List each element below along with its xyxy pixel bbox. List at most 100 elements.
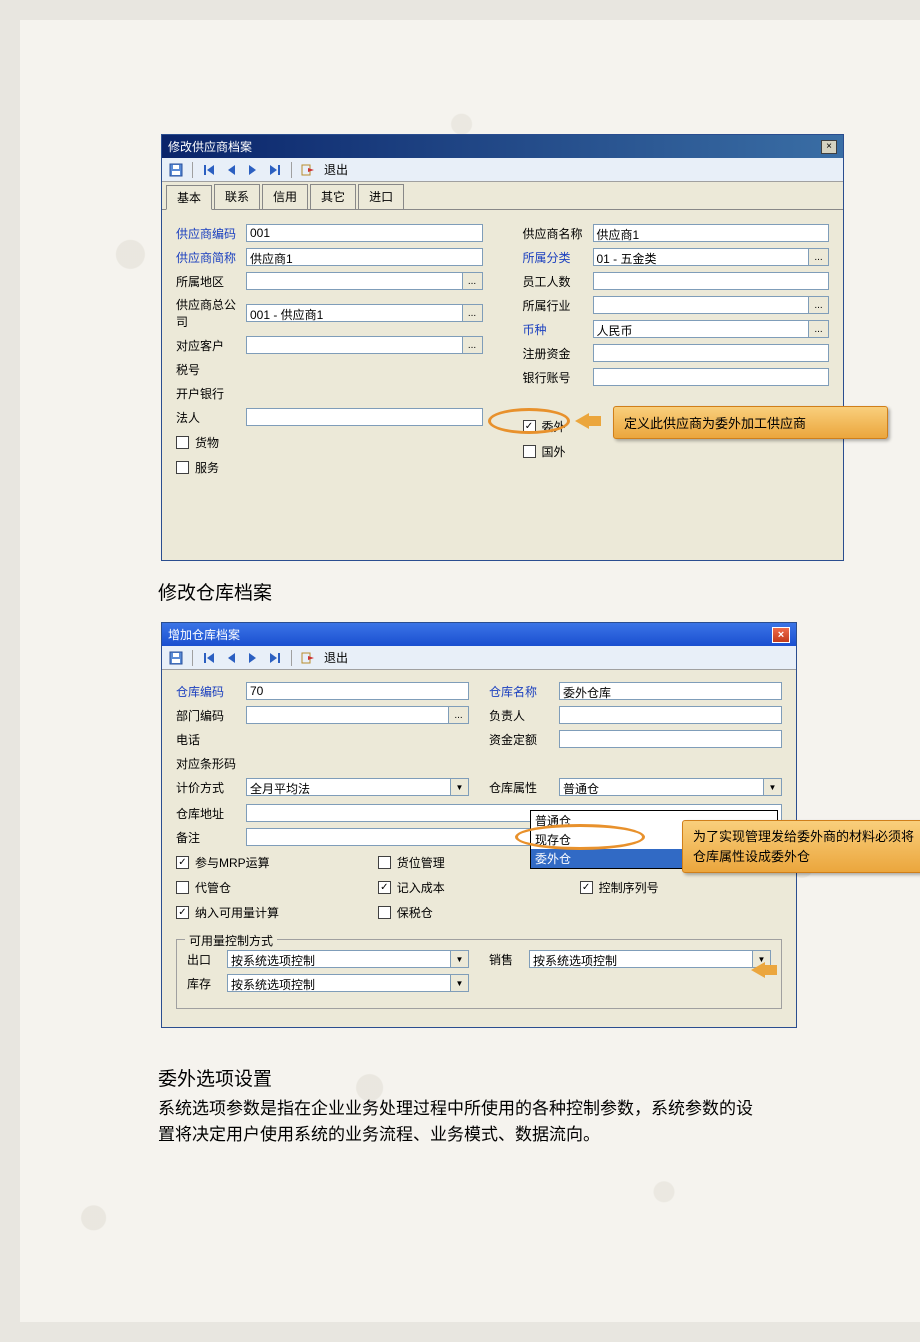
lbl-mrp: 参与MRP运算: [195, 854, 270, 871]
fld-wh-code[interactable]: 70: [246, 682, 469, 700]
exit-icon[interactable]: [300, 162, 316, 178]
lbl-tax: 税号: [176, 361, 246, 378]
lbl-wh-name: 仓库名称: [489, 683, 559, 700]
stock-dropdown-button[interactable]: ▼: [451, 974, 469, 992]
tab-basic[interactable]: 基本: [166, 185, 212, 210]
supplier-window: 修改供应商档案 × 退出 基本 联系 信用 其它 进口 供应商编码 001 供应…: [161, 134, 844, 561]
lbl-foreign: 国外: [542, 443, 566, 460]
lbl-dept: 部门编码: [176, 707, 246, 724]
paragraph-outsource-options: 系统选项参数是指在企业业务处理过程中所使用的各种控制参数，系统参数的设置将决定用…: [158, 1096, 768, 1149]
tab-credit[interactable]: 信用: [262, 184, 308, 209]
last-icon[interactable]: [267, 162, 283, 178]
cb-service[interactable]: [176, 461, 189, 474]
lbl-category: 所属分类: [523, 249, 593, 266]
fld-region[interactable]: [246, 272, 463, 290]
exit-icon[interactable]: [300, 650, 316, 666]
fld-category[interactable]: 01 - 五金类: [593, 248, 810, 266]
heading-outsource-options: 委外选项设置: [158, 1064, 272, 1091]
lbl-capital: 注册资金: [523, 345, 593, 362]
lbl-staff: 员工人数: [523, 273, 593, 290]
supplier-window-title: 修改供应商档案: [168, 138, 252, 155]
cb-agent[interactable]: [176, 881, 189, 894]
lbl-service: 服务: [195, 459, 219, 476]
fld-dept[interactable]: [246, 706, 449, 724]
fld-stock[interactable]: 按系统选项控制: [227, 974, 451, 992]
tab-contact[interactable]: 联系: [214, 184, 260, 209]
lbl-industry: 所属行业: [523, 297, 593, 314]
cb-avail[interactable]: [176, 906, 189, 919]
lbl-supplier-code: 供应商编码: [176, 225, 246, 242]
save-icon[interactable]: [168, 162, 184, 178]
prev-icon[interactable]: [223, 650, 239, 666]
lbl-avail: 纳入可用量计算: [195, 904, 279, 921]
callout1-arrow-icon: [575, 413, 589, 429]
dept-picker-button[interactable]: ...: [449, 706, 469, 724]
lbl-bankno: 银行账号: [523, 369, 593, 386]
close-button[interactable]: ×: [772, 627, 790, 643]
close-button[interactable]: ×: [821, 140, 837, 154]
fld-hq[interactable]: 001 - 供应商1: [246, 304, 463, 322]
lbl-export: 出口: [187, 951, 227, 968]
exit-label[interactable]: 退出: [324, 649, 348, 666]
region-picker-button[interactable]: ...: [463, 272, 483, 290]
fld-supplier-name[interactable]: 供应商1: [593, 224, 830, 242]
tab-other[interactable]: 其它: [310, 184, 356, 209]
cb-loc[interactable]: [378, 856, 391, 869]
export-dropdown-button[interactable]: ▼: [451, 950, 469, 968]
fld-pricing[interactable]: 全月平均法: [246, 778, 451, 796]
fld-industry[interactable]: [593, 296, 810, 314]
first-icon[interactable]: [201, 650, 217, 666]
fld-export[interactable]: 按系统选项控制: [227, 950, 451, 968]
fld-owner[interactable]: [559, 706, 782, 724]
fld-customer[interactable]: [246, 336, 463, 354]
heading-modify-warehouse: 修改仓库档案: [158, 578, 272, 605]
fld-capital[interactable]: [593, 344, 830, 362]
fieldset-availability-control: 可用量控制方式 出口按系统选项控制▼ 库存按系统选项控制▼ 销售按系统选项控制▼: [176, 939, 782, 1009]
lbl-pricing: 计价方式: [176, 779, 246, 796]
fld-attr[interactable]: 普通仓: [559, 778, 764, 796]
pricing-dropdown-button[interactable]: ▼: [451, 778, 469, 796]
last-icon[interactable]: [267, 650, 283, 666]
customer-picker-button[interactable]: ...: [463, 336, 483, 354]
callout-outsource-warehouse: 为了实现管理发给委外商的材料必须将仓库属性设成委外仓: [682, 820, 920, 873]
fld-sales[interactable]: 按系统选项控制: [529, 950, 753, 968]
cb-foreign[interactable]: [523, 445, 536, 458]
outsource-warehouse-highlight-oval: [515, 824, 645, 850]
fld-legal[interactable]: [246, 408, 483, 426]
category-picker-button[interactable]: ...: [809, 248, 829, 266]
lbl-bonded: 保税仓: [397, 904, 433, 921]
first-icon[interactable]: [201, 162, 217, 178]
lbl-addr: 仓库地址: [176, 805, 246, 822]
exit-label[interactable]: 退出: [324, 161, 348, 178]
cb-cost[interactable]: [378, 881, 391, 894]
fld-supplier-code[interactable]: 001: [246, 224, 483, 242]
supplier-form: 供应商编码 001 供应商简称 供应商1 所属地区 ... 供应商总公司 001…: [162, 210, 843, 560]
attr-dropdown-button[interactable]: ▼: [764, 778, 782, 796]
supplier-toolbar: 退出: [162, 158, 843, 182]
warehouse-titlebar: 增加仓库档案 ×: [162, 623, 796, 646]
fld-staff[interactable]: [593, 272, 830, 290]
fld-bankno[interactable]: [593, 368, 830, 386]
lbl-sn: 控制序列号: [599, 879, 659, 896]
next-icon[interactable]: [245, 650, 261, 666]
fld-supplier-alias[interactable]: 供应商1: [246, 248, 483, 266]
fld-wh-name[interactable]: 委外仓库: [559, 682, 782, 700]
hq-picker-button[interactable]: ...: [463, 304, 483, 322]
sales-arrow-icon: [751, 962, 765, 978]
cb-bonded[interactable]: [378, 906, 391, 919]
cb-mrp[interactable]: [176, 856, 189, 869]
save-icon[interactable]: [168, 650, 184, 666]
supplier-titlebar: 修改供应商档案 ×: [162, 135, 843, 158]
fld-fund[interactable]: [559, 730, 782, 748]
cb-sn[interactable]: [580, 881, 593, 894]
tab-import[interactable]: 进口: [358, 184, 404, 209]
prev-icon[interactable]: [223, 162, 239, 178]
lbl-hq: 供应商总公司: [176, 296, 246, 330]
lbl-cost: 记入成本: [397, 879, 445, 896]
cb-goods[interactable]: [176, 436, 189, 449]
lbl-agent: 代管仓: [195, 879, 231, 896]
next-icon[interactable]: [245, 162, 261, 178]
currency-picker-button[interactable]: ...: [809, 320, 829, 338]
industry-picker-button[interactable]: ...: [809, 296, 829, 314]
fld-currency[interactable]: 人民币: [593, 320, 810, 338]
